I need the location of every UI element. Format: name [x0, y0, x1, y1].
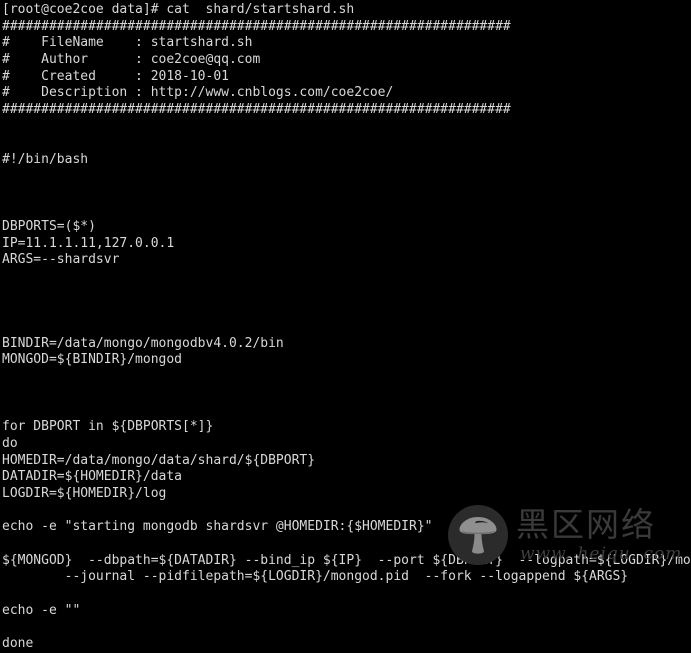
terminal-line: #!/bin/bash: [2, 152, 89, 168]
terminal-line: # FileName : startshard.sh: [2, 35, 253, 51]
terminal-line: BINDIR=/data/mongo/mongodbv4.0.2/bin: [2, 335, 284, 351]
terminal-line: # Created : 2018-10-01: [2, 68, 229, 84]
terminal-output: [root@coe2coe data]# cat shard/startshar…: [2, 2, 691, 653]
terminal-line: MONGOD=${BINDIR}/mongod: [2, 352, 183, 368]
terminal-line: ########################################…: [2, 18, 511, 34]
terminal-line: HOMEDIR=/data/mongo/data/shard/${DBPORT}: [2, 452, 316, 468]
terminal-line: echo -e "": [2, 602, 81, 618]
terminal-line: DBPORTS=($*): [2, 218, 96, 234]
terminal-line: DATADIR=${HOMEDIR}/data: [2, 469, 183, 485]
terminal-line: echo -e "starting mongodb shardsvr @HOME…: [2, 519, 433, 535]
terminal-line: # Author : coe2coe@qq.com: [2, 52, 261, 68]
terminal-line: for DBPORT in ${DBPORTS[*]}: [2, 419, 214, 435]
terminal-line: # Description : http://www.cnblogs.com/c…: [2, 85, 394, 101]
terminal-line: ${MONGOD} --dbpath=${DATADIR} --bind_ip …: [2, 552, 691, 568]
terminal-line: do: [2, 435, 18, 451]
terminal-line: IP=11.1.1.11,127.0.0.1: [2, 235, 175, 251]
terminal-line: LOGDIR=${HOMEDIR}/log: [2, 485, 167, 501]
terminal-line: ########################################…: [2, 102, 511, 118]
terminal-line: --journal --pidfilepath=${LOGDIR}/mongod…: [2, 569, 629, 585]
terminal-line: ARGS=--shardsvr: [2, 252, 120, 268]
terminal-window[interactable]: [root@coe2coe data]# cat shard/startshar…: [0, 0, 691, 651]
terminal-line: done: [2, 636, 34, 652]
terminal-line: [root@coe2coe data]# cat shard/startshar…: [2, 2, 355, 17]
